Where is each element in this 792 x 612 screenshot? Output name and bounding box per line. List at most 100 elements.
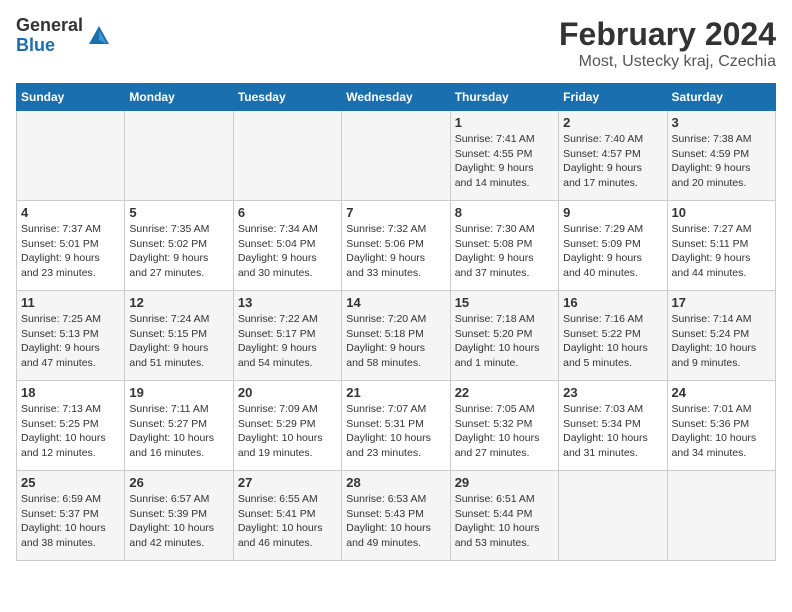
day-number: 9 — [563, 205, 662, 220]
calendar-cell: 3Sunrise: 7:38 AM Sunset: 4:59 PM Daylig… — [667, 111, 775, 201]
day-info: Sunrise: 7:22 AM Sunset: 5:17 PM Dayligh… — [238, 312, 337, 371]
day-info: Sunrise: 7:09 AM Sunset: 5:29 PM Dayligh… — [238, 402, 337, 461]
calendar-cell: 23 Sunrise: 7:03 AM Sunset: 5:34 PM Dayli… — [559, 381, 667, 471]
calendar-header-row: SundayMondayTuesdayWednesdayThursdayFrid… — [17, 84, 776, 111]
title-area: February 2024 Most, Ustecky kraj, Czechi… — [559, 16, 776, 71]
calendar-cell: 26Sunrise: 6:57 AM Sunset: 5:39 PM Dayli… — [125, 471, 233, 561]
calendar-header-wednesday: Wednesday — [342, 84, 450, 111]
calendar-cell: 17 Sunrise: 7:14 AM Sunset: 5:24 PM Dayli… — [667, 291, 775, 381]
calendar-cell — [233, 111, 341, 201]
calendar-cell: 14 Sunrise: 7:20 AM Sunset: 5:18 PM Dayli… — [342, 291, 450, 381]
day-number: 27 — [238, 475, 337, 490]
day-number: 10 — [672, 205, 771, 220]
calendar-cell: 20 Sunrise: 7:09 AM Sunset: 5:29 PM Dayli… — [233, 381, 341, 471]
day-number: 18 — [21, 385, 120, 400]
calendar-cell: 27 Sunrise: 6:55 AM Sunset: 5:41 PM Dayli… — [233, 471, 341, 561]
calendar-header-friday: Friday — [559, 84, 667, 111]
day-number: 19 — [129, 385, 228, 400]
day-info: Sunrise: 7:35 AM Sunset: 5:02 PM Dayligh… — [129, 222, 228, 281]
day-info: Sunrise: 7:16 AM Sunset: 5:22 PM Dayligh… — [563, 312, 662, 371]
calendar-cell: 9 Sunrise: 7:29 AM Sunset: 5:09 PM Daylig… — [559, 201, 667, 291]
day-info: Sunrise: 7:18 AM Sunset: 5:20 PM Dayligh… — [455, 312, 554, 371]
day-info: Sunrise: 7:37 AM Sunset: 5:01 PM Dayligh… — [21, 222, 120, 281]
day-info: Sunrise: 6:53 AM Sunset: 5:43 PM Dayligh… — [346, 492, 445, 551]
day-number: 20 — [238, 385, 337, 400]
day-info: Sunrise: 7:40 AM Sunset: 4:57 PM Dayligh… — [563, 132, 662, 191]
header: General Blue February 2024 Most, Ustecky… — [16, 16, 776, 71]
calendar-cell — [17, 111, 125, 201]
logo-general-text: General — [16, 16, 83, 36]
calendar-cell: 10Sunrise: 7:27 AM Sunset: 5:11 PM Dayli… — [667, 201, 775, 291]
calendar-cell: 15 Sunrise: 7:18 AM Sunset: 5:20 PM Dayli… — [450, 291, 558, 381]
day-number: 22 — [455, 385, 554, 400]
calendar-header-sunday: Sunday — [17, 84, 125, 111]
day-number: 1 — [455, 115, 554, 130]
day-info: Sunrise: 6:59 AM Sunset: 5:37 PM Dayligh… — [21, 492, 120, 551]
calendar-cell: 4 Sunrise: 7:37 AM Sunset: 5:01 PM Daylig… — [17, 201, 125, 291]
day-info: Sunrise: 7:13 AM Sunset: 5:25 PM Dayligh… — [21, 402, 120, 461]
calendar: SundayMondayTuesdayWednesdayThursdayFrid… — [16, 83, 776, 561]
day-info: Sunrise: 7:25 AM Sunset: 5:13 PM Dayligh… — [21, 312, 120, 371]
day-number: 29 — [455, 475, 554, 490]
day-number: 23 — [563, 385, 662, 400]
day-number: 8 — [455, 205, 554, 220]
day-info: Sunrise: 6:55 AM Sunset: 5:41 PM Dayligh… — [238, 492, 337, 551]
day-number: 11 — [21, 295, 120, 310]
location-title: Most, Ustecky kraj, Czechia — [559, 53, 776, 71]
calendar-week-row: 18 Sunrise: 7:13 AM Sunset: 5:25 PM Dayli… — [17, 381, 776, 471]
day-info: Sunrise: 7:14 AM Sunset: 5:24 PM Dayligh… — [672, 312, 771, 371]
calendar-cell: 2 Sunrise: 7:40 AM Sunset: 4:57 PM Daylig… — [559, 111, 667, 201]
day-info: Sunrise: 6:51 AM Sunset: 5:44 PM Dayligh… — [455, 492, 554, 551]
logo-icon — [85, 22, 113, 50]
calendar-cell: 21 Sunrise: 7:07 AM Sunset: 5:31 PM Dayli… — [342, 381, 450, 471]
calendar-week-row: 4 Sunrise: 7:37 AM Sunset: 5:01 PM Daylig… — [17, 201, 776, 291]
calendar-cell: 1Sunrise: 7:41 AM Sunset: 4:55 PM Daylig… — [450, 111, 558, 201]
calendar-cell: 28Sunrise: 6:53 AM Sunset: 5:43 PM Dayli… — [342, 471, 450, 561]
day-number: 3 — [672, 115, 771, 130]
day-number: 15 — [455, 295, 554, 310]
logo-blue-text: Blue — [16, 36, 83, 56]
calendar-cell: 13 Sunrise: 7:22 AM Sunset: 5:17 PM Dayli… — [233, 291, 341, 381]
day-number: 17 — [672, 295, 771, 310]
day-number: 7 — [346, 205, 445, 220]
calendar-cell: 22Sunrise: 7:05 AM Sunset: 5:32 PM Dayli… — [450, 381, 558, 471]
day-info: Sunrise: 7:20 AM Sunset: 5:18 PM Dayligh… — [346, 312, 445, 371]
calendar-header-thursday: Thursday — [450, 84, 558, 111]
day-number: 25 — [21, 475, 120, 490]
calendar-cell: 11 Sunrise: 7:25 AM Sunset: 5:13 PM Dayli… — [17, 291, 125, 381]
day-info: Sunrise: 6:57 AM Sunset: 5:39 PM Dayligh… — [129, 492, 228, 551]
calendar-cell — [342, 111, 450, 201]
day-number: 12 — [129, 295, 228, 310]
calendar-cell: 16 Sunrise: 7:16 AM Sunset: 5:22 PM Dayli… — [559, 291, 667, 381]
day-number: 21 — [346, 385, 445, 400]
calendar-cell: 18 Sunrise: 7:13 AM Sunset: 5:25 PM Dayli… — [17, 381, 125, 471]
day-info: Sunrise: 7:07 AM Sunset: 5:31 PM Dayligh… — [346, 402, 445, 461]
calendar-cell: 12Sunrise: 7:24 AM Sunset: 5:15 PM Dayli… — [125, 291, 233, 381]
day-info: Sunrise: 7:29 AM Sunset: 5:09 PM Dayligh… — [563, 222, 662, 281]
day-info: Sunrise: 7:03 AM Sunset: 5:34 PM Dayligh… — [563, 402, 662, 461]
day-number: 4 — [21, 205, 120, 220]
day-number: 13 — [238, 295, 337, 310]
calendar-cell: 7Sunrise: 7:32 AM Sunset: 5:06 PM Daylig… — [342, 201, 450, 291]
calendar-header-saturday: Saturday — [667, 84, 775, 111]
calendar-cell: 6Sunrise: 7:34 AM Sunset: 5:04 PM Daylig… — [233, 201, 341, 291]
calendar-header-tuesday: Tuesday — [233, 84, 341, 111]
day-number: 16 — [563, 295, 662, 310]
calendar-header-monday: Monday — [125, 84, 233, 111]
logo: General Blue — [16, 16, 113, 56]
calendar-week-row: 1Sunrise: 7:41 AM Sunset: 4:55 PM Daylig… — [17, 111, 776, 201]
day-number: 14 — [346, 295, 445, 310]
calendar-cell — [667, 471, 775, 561]
day-number: 2 — [563, 115, 662, 130]
calendar-week-row: 25 Sunrise: 6:59 AM Sunset: 5:37 PM Dayli… — [17, 471, 776, 561]
calendar-cell: 24 Sunrise: 7:01 AM Sunset: 5:36 PM Dayli… — [667, 381, 775, 471]
day-info: Sunrise: 7:01 AM Sunset: 5:36 PM Dayligh… — [672, 402, 771, 461]
calendar-cell: 29 Sunrise: 6:51 AM Sunset: 5:44 PM Dayli… — [450, 471, 558, 561]
calendar-cell — [559, 471, 667, 561]
calendar-cell: 25 Sunrise: 6:59 AM Sunset: 5:37 PM Dayli… — [17, 471, 125, 561]
calendar-cell: 19Sunrise: 7:11 AM Sunset: 5:27 PM Dayli… — [125, 381, 233, 471]
calendar-week-row: 11 Sunrise: 7:25 AM Sunset: 5:13 PM Dayli… — [17, 291, 776, 381]
day-number: 24 — [672, 385, 771, 400]
day-number: 6 — [238, 205, 337, 220]
month-title: February 2024 — [559, 16, 776, 53]
